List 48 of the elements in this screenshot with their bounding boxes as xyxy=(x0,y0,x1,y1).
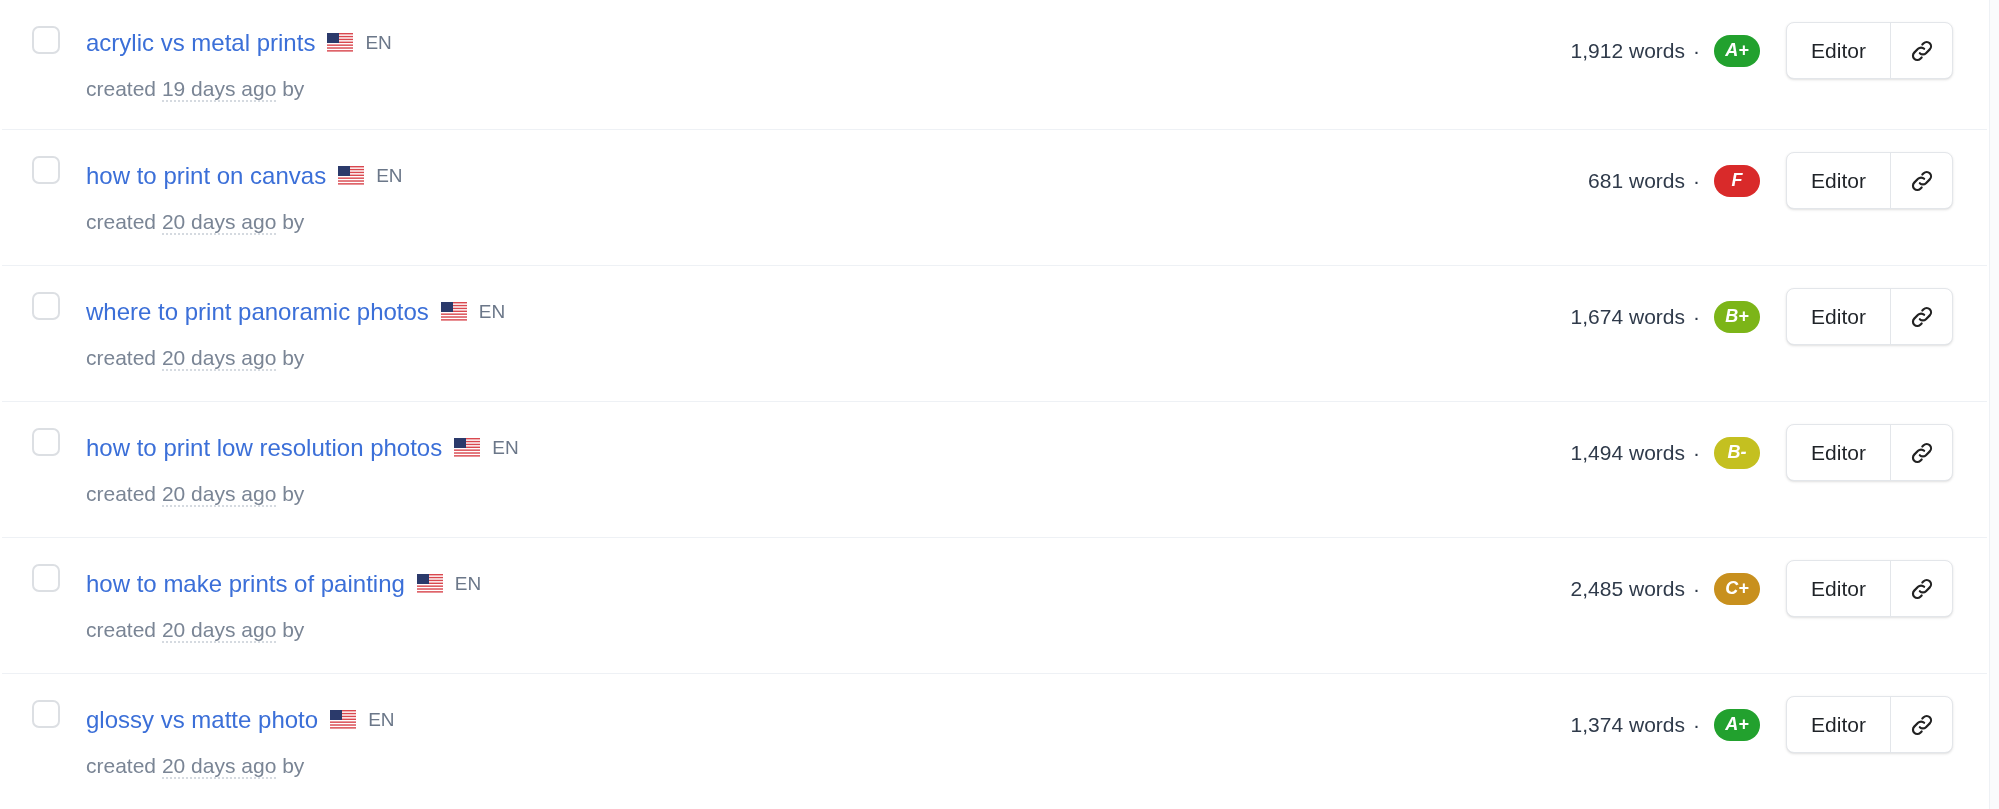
article-title-link[interactable]: glossy vs matte photo xyxy=(86,702,319,739)
grade-badge: F xyxy=(1714,164,1760,197)
created-info: created 20 days ago by xyxy=(86,753,306,782)
flag-icon xyxy=(416,573,443,594)
separator-dot: · xyxy=(1693,37,1700,64)
separator-dot: · xyxy=(1693,575,1700,602)
flag-icon xyxy=(327,32,354,53)
created-info: created 20 days ago by xyxy=(86,344,306,373)
flag-icon xyxy=(338,165,365,186)
separator-dot: · xyxy=(1693,167,1700,194)
created-info: created 20 days ago by xyxy=(86,208,306,237)
flag-icon xyxy=(330,710,357,731)
grade-badge: A+ xyxy=(1714,34,1760,67)
language-label: EN xyxy=(365,30,392,55)
grade-badge: B+ xyxy=(1714,300,1760,333)
separator-dot: · xyxy=(1693,711,1700,738)
word-count: 681 words xyxy=(1588,167,1685,194)
article-title-link[interactable]: how to make prints of painting xyxy=(86,565,405,602)
separator-dot: · xyxy=(1693,303,1700,330)
language-label: EN xyxy=(368,708,395,732)
checkbox[interactable] xyxy=(32,156,60,184)
grade-badge: C+ xyxy=(1714,572,1760,605)
created-info: created 20 days ago by xyxy=(86,616,306,645)
article-title-link[interactable]: how to print on canvas xyxy=(86,157,327,194)
separator-dot: · xyxy=(1693,439,1700,466)
word-count: 1,912 words xyxy=(1570,37,1685,64)
word-count: 1,374 words xyxy=(1570,711,1685,738)
checkbox[interactable] xyxy=(32,428,60,456)
language-label: EN xyxy=(492,435,519,460)
flag-icon xyxy=(454,437,481,458)
checkbox[interactable] xyxy=(32,700,60,728)
language-label: EN xyxy=(376,163,403,188)
word-count: 1,494 words xyxy=(1570,439,1685,466)
word-count: 1,674 words xyxy=(1570,303,1685,330)
grade-badge: A+ xyxy=(1714,708,1760,741)
created-info: created 19 days ago by xyxy=(86,75,306,104)
word-count: 2,485 words xyxy=(1570,575,1685,602)
grade-badge: B- xyxy=(1714,436,1760,469)
language-label: EN xyxy=(454,571,482,596)
article-title-link[interactable]: acrylic vs metal prints xyxy=(86,24,316,61)
checkbox[interactable] xyxy=(32,292,60,320)
flag-icon xyxy=(440,301,467,322)
article-title-link[interactable]: where to print panoramic photos xyxy=(86,293,429,330)
language-label: EN xyxy=(478,299,506,324)
created-info: created 20 days ago by xyxy=(86,480,306,509)
checkbox[interactable] xyxy=(32,564,60,592)
article-title-link[interactable]: how to print low resolution photos xyxy=(86,429,443,466)
checkbox[interactable] xyxy=(32,26,60,54)
